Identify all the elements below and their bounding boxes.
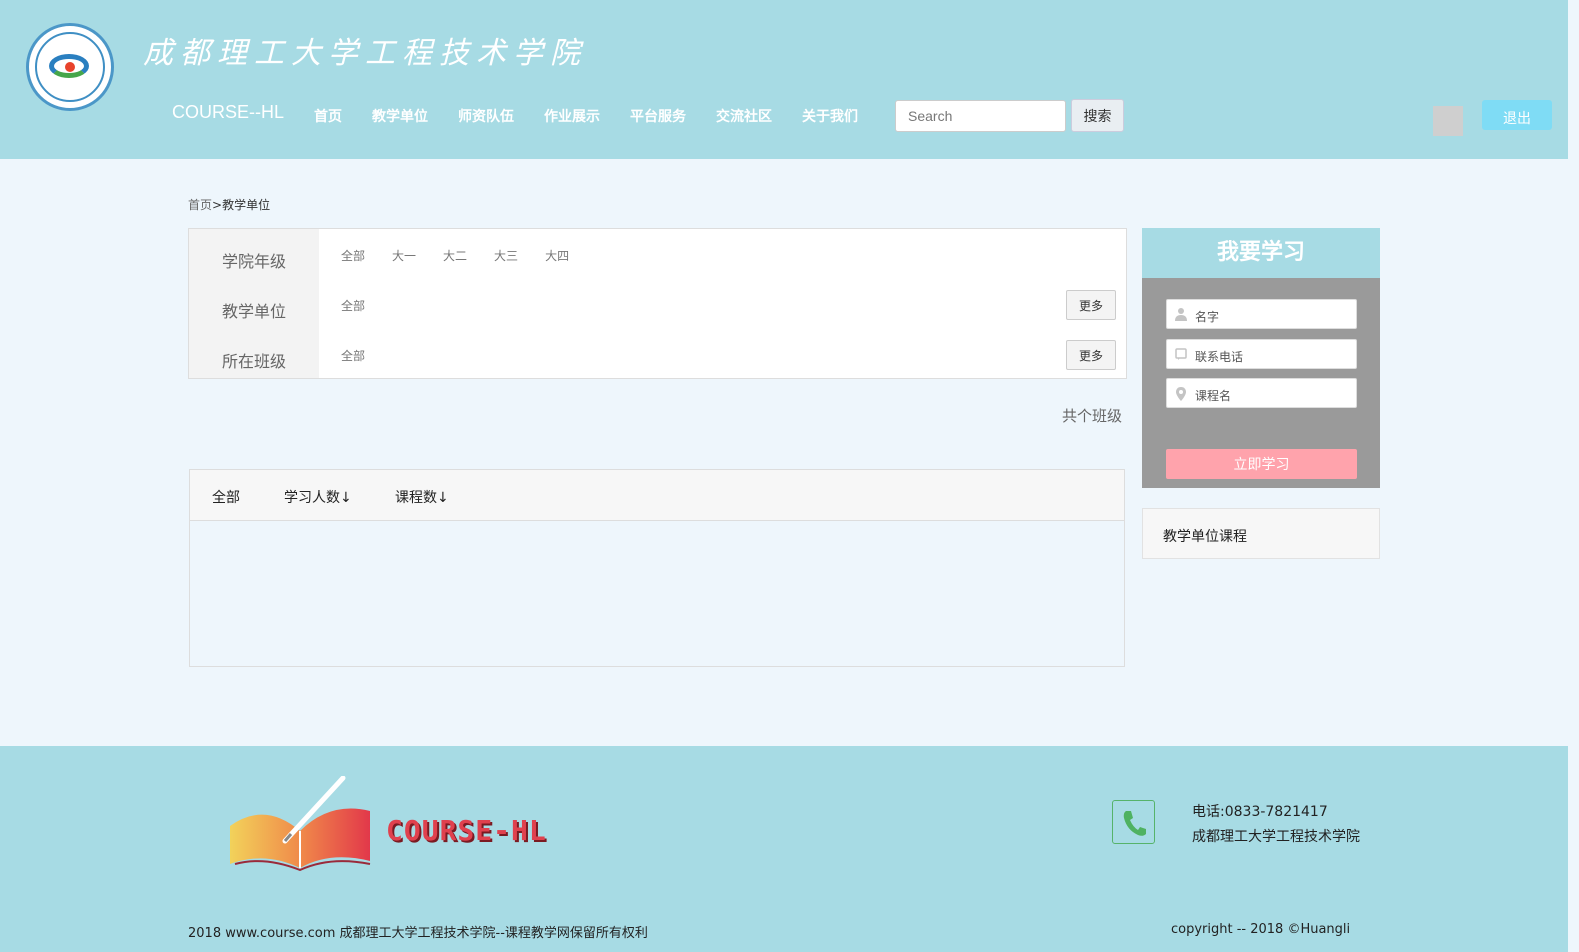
avatar[interactable] <box>1433 106 1463 136</box>
user-icon <box>1174 307 1188 321</box>
nav-item-about[interactable]: 关于我们 <box>802 106 858 126</box>
breadcrumb-separator: > <box>212 198 223 212</box>
total-classes: 共个班级 <box>1062 407 1123 425</box>
more-button[interactable]: 更多 <box>1066 290 1116 320</box>
filter-option-year3[interactable]: 大三 <box>494 247 518 264</box>
location-icon <box>1174 386 1188 401</box>
main-nav: 首页 教学单位 师资队伍 作业展示 平台服务 交流社区 关于我们 <box>314 106 888 126</box>
search-input[interactable] <box>895 100 1066 132</box>
footer-author: copyright -- 2018 ©Huangli <box>1171 922 1351 937</box>
phone-icon <box>1112 800 1155 844</box>
filter-row-unit: 教学单位 全部 更多 <box>189 279 1126 329</box>
phone-field[interactable]: 联系电话 <box>1166 339 1357 369</box>
name-field[interactable]: 名字 <box>1166 299 1357 329</box>
breadcrumb: 首页>教学单位 <box>188 196 270 213</box>
learn-form: 我要学习 名字 联系电话 课程名 立即学习 <box>1142 228 1380 488</box>
nav-item-community[interactable]: 交流社区 <box>716 106 772 126</box>
footer-copyright: 2018 www.course.com 成都理工大学工程技术学院--课程教学网保… <box>188 926 648 941</box>
results-panel: 全部 学习人数↓ 课程数↓ <box>189 469 1125 667</box>
nav-item-units[interactable]: 教学单位 <box>372 106 428 126</box>
footer-brand: COURSE-HL <box>386 814 547 847</box>
filter-option-all[interactable]: 全部 <box>341 347 365 364</box>
filter-label: 学院年级 <box>222 252 287 271</box>
nav-item-works[interactable]: 作业展示 <box>544 106 600 126</box>
filter-row-grade: 学院年级 全部 大一 大二 大三 大四 <box>189 229 1126 279</box>
breadcrumb-home[interactable]: 首页 <box>188 198 212 212</box>
phone-field-icon <box>1174 347 1188 361</box>
brand-name[interactable]: COURSE--HL <box>172 102 284 123</box>
logout-button[interactable]: 退出 <box>1482 100 1552 130</box>
name-placeholder: 名字 <box>1195 310 1220 324</box>
breadcrumb-current: 教学单位 <box>222 198 271 212</box>
footer: COURSE-HL 电话:0833-7821417 成都理工大学工程技术学院 2… <box>0 746 1568 952</box>
school-logo-icon[interactable] <box>26 23 114 111</box>
filter-option-all[interactable]: 全部 <box>341 247 365 264</box>
filter-option-all[interactable]: 全部 <box>341 297 365 314</box>
unit-course-box: 教学单位课程 <box>1142 508 1380 559</box>
nav-item-home[interactable]: 首页 <box>314 106 342 126</box>
start-learning-button[interactable]: 立即学习 <box>1166 449 1357 479</box>
school-name: 成都理工大学工程技术学院 <box>143 36 587 71</box>
filter-option-year1[interactable]: 大一 <box>392 247 416 264</box>
footer-address: 成都理工大学工程技术学院 <box>1192 829 1360 845</box>
sort-bar: 全部 学习人数↓ 课程数↓ <box>190 470 1124 521</box>
learn-form-title: 我要学习 <box>1142 228 1380 278</box>
sort-by-students[interactable]: 学习人数↓ <box>284 487 352 507</box>
filter-option-year4[interactable]: 大四 <box>545 247 569 264</box>
course-field[interactable]: 课程名 <box>1166 378 1357 408</box>
filter-row-class: 所在班级 全部 更多 <box>189 329 1126 379</box>
unit-course-title[interactable]: 教学单位课程 <box>1163 526 1247 546</box>
header: 成都理工大学工程技术学院 COURSE--HL 首页 教学单位 师资队伍 作业展… <box>0 0 1568 159</box>
search-button[interactable]: 搜索 <box>1071 99 1124 132</box>
nav-item-services[interactable]: 平台服务 <box>630 106 686 126</box>
sort-by-courses[interactable]: 课程数↓ <box>395 487 449 507</box>
filter-option-year2[interactable]: 大二 <box>443 247 467 264</box>
sort-all[interactable]: 全部 <box>212 487 240 507</box>
course-placeholder: 课程名 <box>1195 389 1232 403</box>
book-logo-icon <box>230 776 371 871</box>
filter-label: 教学单位 <box>222 302 287 321</box>
more-button[interactable]: 更多 <box>1066 340 1116 370</box>
phone-placeholder: 联系电话 <box>1195 350 1244 364</box>
filter-panel: 学院年级 全部 大一 大二 大三 大四 教学单位 全部 更多 所在班级 全部 更… <box>188 228 1127 379</box>
nav-item-teachers[interactable]: 师资队伍 <box>458 106 514 126</box>
filter-label: 所在班级 <box>222 352 287 371</box>
footer-phone: 电话:0833-7821417 <box>1192 804 1328 820</box>
